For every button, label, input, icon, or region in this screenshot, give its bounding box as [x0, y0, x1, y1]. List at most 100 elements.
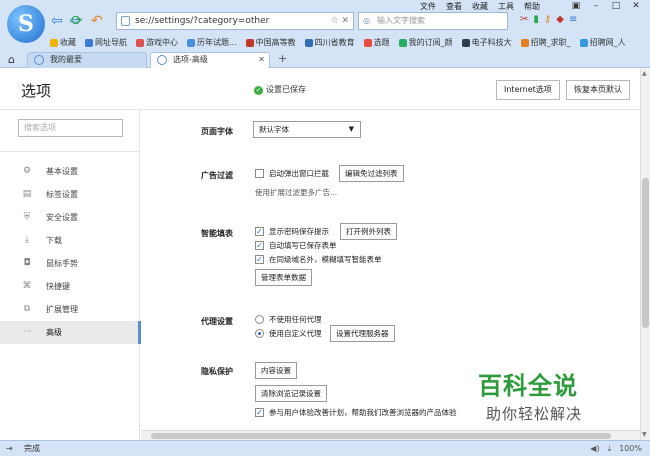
maximize-icon[interactable]: □ — [608, 1, 624, 11]
download-status-icon[interactable]: ⤓ — [608, 441, 612, 456]
watermark: 百科全说 助你轻松解决 — [478, 366, 608, 424]
settings-search-input[interactable]: 搜索选项 — [18, 119, 123, 137]
tools-icon[interactable]: ✂ — [520, 14, 528, 25]
clear-icon[interactable]: ✕ — [341, 16, 349, 26]
sidebar-item[interactable]: ⌘ 快捷键 — [0, 275, 140, 298]
download-icon: ⤓ — [25, 235, 29, 245]
bookmark-icon — [461, 38, 470, 47]
star-icon — [50, 38, 58, 47]
content-settings-button[interactable]: 内容设置 — [255, 362, 297, 379]
sidebar-item[interactable]: ⧉ 扩展管理 — [0, 298, 140, 321]
search-box[interactable]: ◎ 输入文字搜索 — [358, 12, 508, 30]
font-label: 页面字体 — [201, 127, 233, 136]
clear-history-settings-button[interactable]: 清除浏览记录设置 — [255, 385, 327, 402]
zoom-level[interactable]: 100% — [619, 441, 642, 456]
close-window-icon[interactable]: ✕ — [628, 1, 644, 11]
address-bar[interactable]: se://settings/?category=other ☆ ✕ — [116, 12, 354, 30]
bookmarks-bar: 收藏 网址导航 游戏中心 历年试题... 中国高等教 四川省教育 选题 我的订阅_颜 电子科技大… — [50, 37, 626, 48]
game-icon[interactable]: ◆ — [556, 14, 564, 25]
check-icon: ✓ — [254, 86, 263, 95]
scroll-up-icon[interactable]: ▲ — [642, 70, 647, 77]
skin-icon[interactable]: ▣ — [568, 1, 584, 11]
volume-icon[interactable]: ◀) — [590, 441, 599, 456]
menu-favorites[interactable]: 收藏 — [472, 1, 488, 12]
page-title: 选项 — [21, 82, 52, 100]
more-icon: ··· — [22, 327, 32, 337]
bookmark-item[interactable]: 选题 — [363, 37, 390, 48]
menu-view[interactable]: 查看 — [446, 1, 462, 12]
sidebar-item[interactable]: ⚙ 基本设置 — [0, 160, 140, 183]
restore-defaults-button[interactable]: 恢复本页默认 — [566, 80, 630, 100]
browser-logo[interactable]: S — [7, 5, 45, 43]
sidebar-toggle-icon[interactable]: ⇥ — [6, 441, 13, 456]
open-exceptions-button[interactable]: 打开例外列表 — [340, 223, 397, 240]
gear-icon: ⚙ — [22, 166, 32, 176]
internet-options-button[interactable]: Internet选项 — [496, 80, 560, 100]
bookmark-item[interactable]: 我的订阅_颜 — [398, 37, 453, 48]
popup-block-checkbox[interactable]: 启动弹出窗口拦截 — [255, 169, 329, 179]
bookmark-item[interactable]: 游戏中心 — [136, 37, 178, 48]
proxy-label: 代理设置 — [201, 317, 233, 326]
scroll-thumb[interactable] — [642, 178, 649, 328]
vertical-scrollbar[interactable]: ▲ ▼ — [640, 68, 650, 440]
bookmark-item[interactable]: 电子科技大 — [461, 37, 512, 48]
back-icon[interactable]: ⇦ — [51, 13, 63, 29]
bookmark-icon — [245, 38, 254, 47]
bookmark-item[interactable]: 网址导航 — [85, 37, 127, 48]
adblock-label: 广告过滤 — [201, 171, 233, 180]
no-proxy-radio[interactable]: 不使用任何代理 — [255, 315, 322, 325]
sidebar-item[interactable]: ▤ 标签设置 — [0, 183, 140, 206]
manage-form-data-button[interactable]: 管理表单数据 — [255, 269, 312, 286]
minimize-icon[interactable]: – — [588, 1, 604, 11]
set-proxy-server-button[interactable]: 设置代理服务器 — [330, 325, 395, 342]
star-icon[interactable]: ☆ — [331, 16, 339, 26]
undo-icon[interactable]: ↶ — [91, 13, 103, 29]
mouse-icon: ◘ — [23, 258, 31, 268]
tab-settings[interactable]: 选项-高级 ✕ — [150, 52, 270, 68]
bookmark-item[interactable]: 招聘_求职_ — [520, 37, 571, 48]
custom-proxy-radio[interactable]: 使用自定义代理 — [255, 329, 322, 339]
home-icon[interactable]: ⌂ — [8, 53, 15, 66]
browser-chrome: S 文件 查看 收藏 工具 帮助 ▣ – □ ✕ ⇦ ⇨ ⟳ ↶ se://se… — [0, 0, 650, 68]
font-select[interactable]: 默认字体 ▼ — [253, 121, 361, 138]
sidebar-item[interactable]: ⛨ 安全设置 — [0, 206, 140, 229]
bookmark-item[interactable]: 历年试题... — [187, 37, 237, 48]
menu-tools[interactable]: 工具 — [498, 1, 514, 12]
tab-favorites[interactable]: 我的最爱 — [27, 52, 147, 68]
saved-status: ✓ 设置已保存 — [254, 85, 306, 95]
menu-help[interactable]: 帮助 — [524, 1, 540, 12]
bookmark-icon — [136, 38, 144, 47]
bookmark-icon — [398, 38, 407, 47]
hscroll-thumb[interactable] — [151, 433, 611, 439]
fuzzy-fill-checkbox[interactable]: ✓ 在同级域名外，模糊填写智能表单 — [255, 255, 382, 265]
privacy-label: 隐私保护 — [201, 367, 233, 376]
close-tab-icon[interactable]: ✕ — [258, 53, 265, 67]
adblock-extension-link[interactable]: 使用扩展过滤更多广告... — [255, 187, 337, 198]
sidebar-item[interactable]: ⤓ 下载 — [0, 229, 140, 252]
menu-file[interactable]: 文件 — [420, 1, 436, 12]
sidebar-divider — [0, 151, 140, 152]
horizontal-scrollbar[interactable] — [141, 430, 640, 440]
mobile-icon[interactable]: ▮ — [533, 14, 539, 25]
bookmark-item[interactable]: 招聘网_人 — [579, 37, 626, 48]
edit-whitelist-button[interactable]: 编辑免过滤列表 — [339, 165, 404, 182]
window-controls: ▣ – □ ✕ — [568, 1, 644, 11]
search-engine-icon[interactable]: ◎ — [363, 13, 370, 29]
menu-bar: 文件 查看 收藏 工具 帮助 — [420, 1, 540, 12]
refresh-icon[interactable]: ⟳ — [71, 13, 83, 29]
ux-program-checkbox[interactable]: ✓ 参与用户体验改善计划，帮助我们改善浏览器的产品体验 — [255, 408, 457, 418]
scroll-down-icon[interactable]: ▼ — [642, 431, 647, 438]
autofill-forms-checkbox[interactable]: ✓ 自动填写已保存表单 — [255, 241, 337, 251]
password-prompt-checkbox[interactable]: ✓ 显示密码保存提示 — [255, 227, 329, 237]
favorites-tab-icon — [34, 55, 44, 65]
search-placeholder: 输入文字搜索 — [377, 16, 425, 25]
bookmark-item[interactable]: 四川省教育 — [304, 37, 355, 48]
key-icon[interactable]: ⚷ — [544, 14, 551, 25]
address-text: se://settings/?category=other — [135, 16, 270, 26]
sidebar-item[interactable]: ◘ 鼠标手势 — [0, 252, 140, 275]
bookmark-item[interactable]: 收藏 — [50, 37, 76, 48]
sidebar-item[interactable]: ··· 高级 — [0, 321, 141, 344]
bookmark-item[interactable]: 中国高等教 — [245, 37, 296, 48]
new-tab-icon[interactable]: + — [278, 52, 287, 65]
menu-icon[interactable]: ≡ — [569, 14, 577, 25]
